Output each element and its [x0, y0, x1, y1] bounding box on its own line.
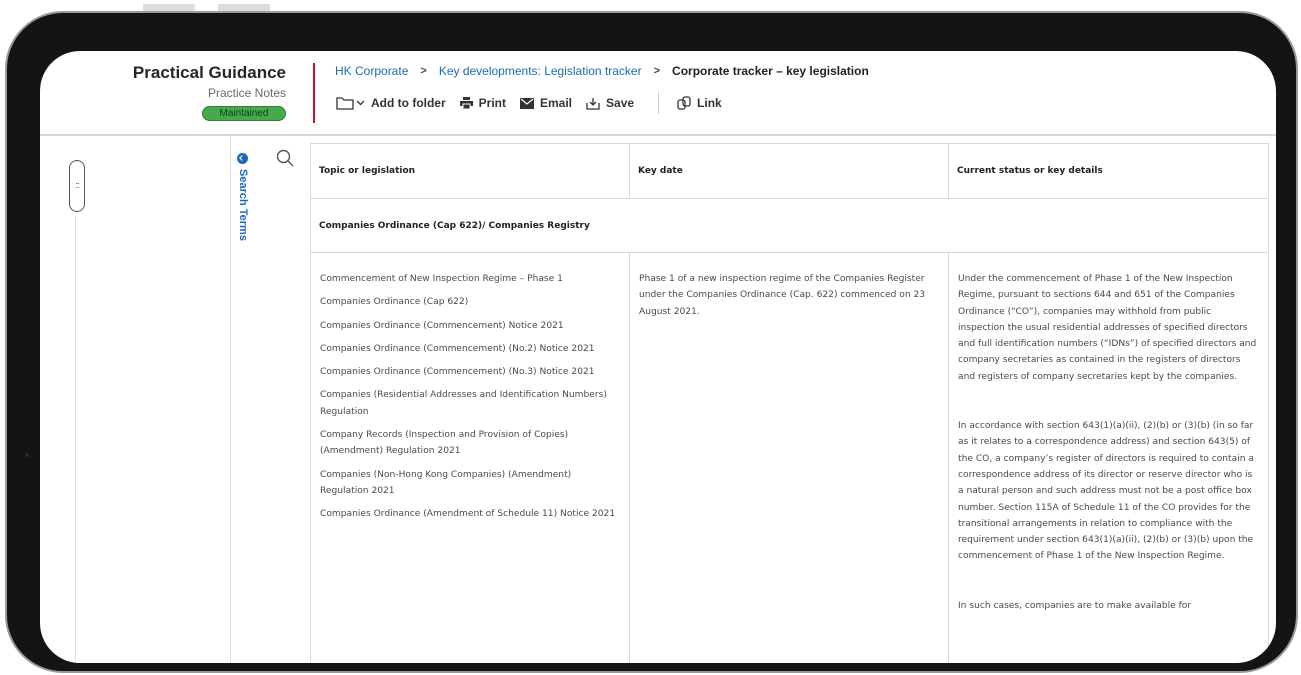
save-button[interactable]: Save	[586, 96, 634, 110]
legislation-cell: Commencement of New Inspection Regime – …	[310, 252, 630, 663]
add-to-folder-label: Add to folder	[371, 96, 446, 110]
legislation-item: Companies (Non-Hong Kong Companies) (Ame…	[320, 469, 572, 496]
print-label: Print	[478, 96, 506, 110]
document-toolbar: Add to folder Print Email Save Link	[336, 92, 736, 114]
section-title: Companies Ordinance (Cap 622)/ Companies…	[310, 198, 1269, 253]
search-terms-tab[interactable]: Search Terms	[237, 169, 249, 241]
status-paragraph: In accordance with section 643(1)(a)(ii)…	[958, 421, 1254, 562]
chevron-down-icon	[356, 100, 365, 106]
product-title: Practical Guidance	[132, 63, 286, 82]
status-cell: Under the commencement of Phase 1 of the…	[948, 252, 1269, 663]
status-paragraph: In such cases, companies are to make ava…	[958, 600, 1192, 611]
legislation-item: Commencement of New Inspection Regime – …	[320, 274, 563, 284]
breadcrumb-current: Corporate tracker – key legislation	[672, 64, 869, 78]
chevron-right-icon: >	[420, 65, 427, 77]
toolbar-divider	[658, 92, 660, 114]
legislation-item: Companies Ordinance (Cap 622)	[320, 297, 469, 308]
column-header-topic: Topic or legislation	[310, 143, 630, 199]
print-icon	[459, 97, 473, 109]
table-row: Commencement of New Inspection Regime – …	[310, 252, 1269, 663]
breadcrumb: HK Corporate > Key developments: Legisla…	[335, 64, 869, 78]
save-label: Save	[606, 96, 635, 110]
breadcrumb-link-hk-corporate[interactable]: HK Corporate	[335, 64, 408, 78]
legislation-item: Company Records (Inspection and Provisio…	[320, 430, 569, 457]
screen: Practical Guidance Practice Notes Mainta…	[40, 51, 1276, 663]
header-divider	[313, 63, 315, 123]
print-button[interactable]: Print	[459, 96, 506, 110]
table-header-row: Topic or legislation Key date Current st…	[310, 143, 1269, 199]
table-section-row: Companies Ordinance (Cap 622)/ Companies…	[310, 198, 1269, 253]
email-button[interactable]: Email	[520, 96, 572, 110]
legislation-table-container: Topic or legislation Key date Current st…	[310, 143, 1270, 663]
add-to-folder-button[interactable]: Add to folder	[336, 96, 446, 110]
legislation-item: Companies (Residential Addresses and Ide…	[320, 390, 607, 417]
search-icon[interactable]	[276, 149, 294, 167]
link-label: Link	[697, 96, 722, 110]
legislation-item: Companies Ordinance (Commencement) Notic…	[320, 320, 564, 331]
legislation-item: Companies Ordinance (Commencement) (No.2…	[320, 343, 595, 354]
header-divider-line	[40, 134, 1276, 136]
search-panel-divider	[230, 136, 231, 663]
camera-dot	[25, 453, 29, 457]
key-date-cell: Phase 1 of a new inspection regime of th…	[629, 252, 949, 663]
column-header-status: Current status or key details	[948, 143, 1269, 199]
column-header-key-date: Key date	[629, 143, 949, 199]
left-rail-divider	[75, 216, 76, 663]
chevron-right-icon: >	[653, 65, 661, 77]
status-paragraph: Under the commencement of Phase 1 of the…	[958, 274, 1257, 382]
breadcrumb-link-legislation-tracker[interactable]: Key developments: Legislation tracker	[439, 64, 642, 78]
folder-icon	[336, 97, 354, 110]
legislation-table: Topic or legislation Key date Current st…	[310, 143, 1269, 663]
content-type-label: Practice Notes	[207, 86, 286, 100]
email-label: Email	[540, 96, 573, 110]
tablet-frame: Practical Guidance Practice Notes Mainta…	[5, 11, 1298, 673]
save-icon	[586, 97, 600, 110]
key-date-text: Phase 1 of a new inspection regime of th…	[639, 274, 926, 317]
legislation-item: Companies Ordinance (Commencement) (No.3…	[320, 367, 595, 378]
email-icon	[520, 97, 534, 109]
link-button[interactable]: Link	[677, 96, 722, 110]
link-icon	[677, 96, 691, 110]
status-badge: Maintained	[202, 106, 286, 121]
collapse-toggle-icon[interactable]	[237, 153, 248, 164]
legislation-item: Companies Ordinance (Amendment of Schedu…	[320, 509, 616, 520]
drag-handle-icon[interactable]: ::	[69, 160, 85, 212]
